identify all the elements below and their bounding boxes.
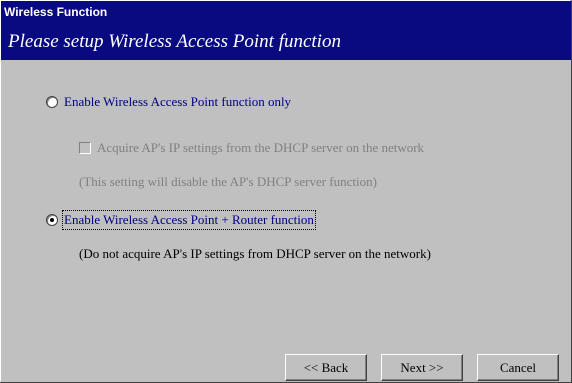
window-title: Wireless Function bbox=[1, 1, 571, 24]
next-button[interactable]: Next >> bbox=[381, 354, 463, 381]
acquire-dhcp-note: (This setting will disable the AP's DHCP… bbox=[79, 174, 377, 189]
ap-router-radio[interactable] bbox=[46, 214, 58, 226]
page-heading: Please setup Wireless Access Point funct… bbox=[1, 24, 571, 60]
wizard-window: Wireless Function Please setup Wireless … bbox=[0, 0, 572, 383]
back-button[interactable]: << Back bbox=[285, 354, 367, 381]
cancel-button[interactable]: Cancel bbox=[477, 354, 559, 381]
ap-router-label[interactable]: Enable Wireless Access Point + Router fu… bbox=[62, 210, 316, 230]
ap-router-option[interactable]: Enable Wireless Access Point + Router fu… bbox=[46, 210, 316, 230]
ap-router-note: (Do not acquire AP's IP settings from DH… bbox=[79, 246, 431, 261]
acquire-dhcp-label: Acquire AP's IP settings from the DHCP s… bbox=[97, 140, 425, 155]
options-panel: Enable Wireless Access Point function on… bbox=[1, 60, 571, 382]
ap-only-label[interactable]: Enable Wireless Access Point function on… bbox=[64, 94, 291, 110]
acquire-dhcp-checkbox bbox=[79, 142, 91, 154]
ap-only-option[interactable]: Enable Wireless Access Point function on… bbox=[46, 94, 291, 110]
acquire-dhcp-option: Acquire AP's IP settings from the DHCP s… bbox=[79, 140, 424, 156]
ap-only-radio[interactable] bbox=[46, 96, 58, 108]
